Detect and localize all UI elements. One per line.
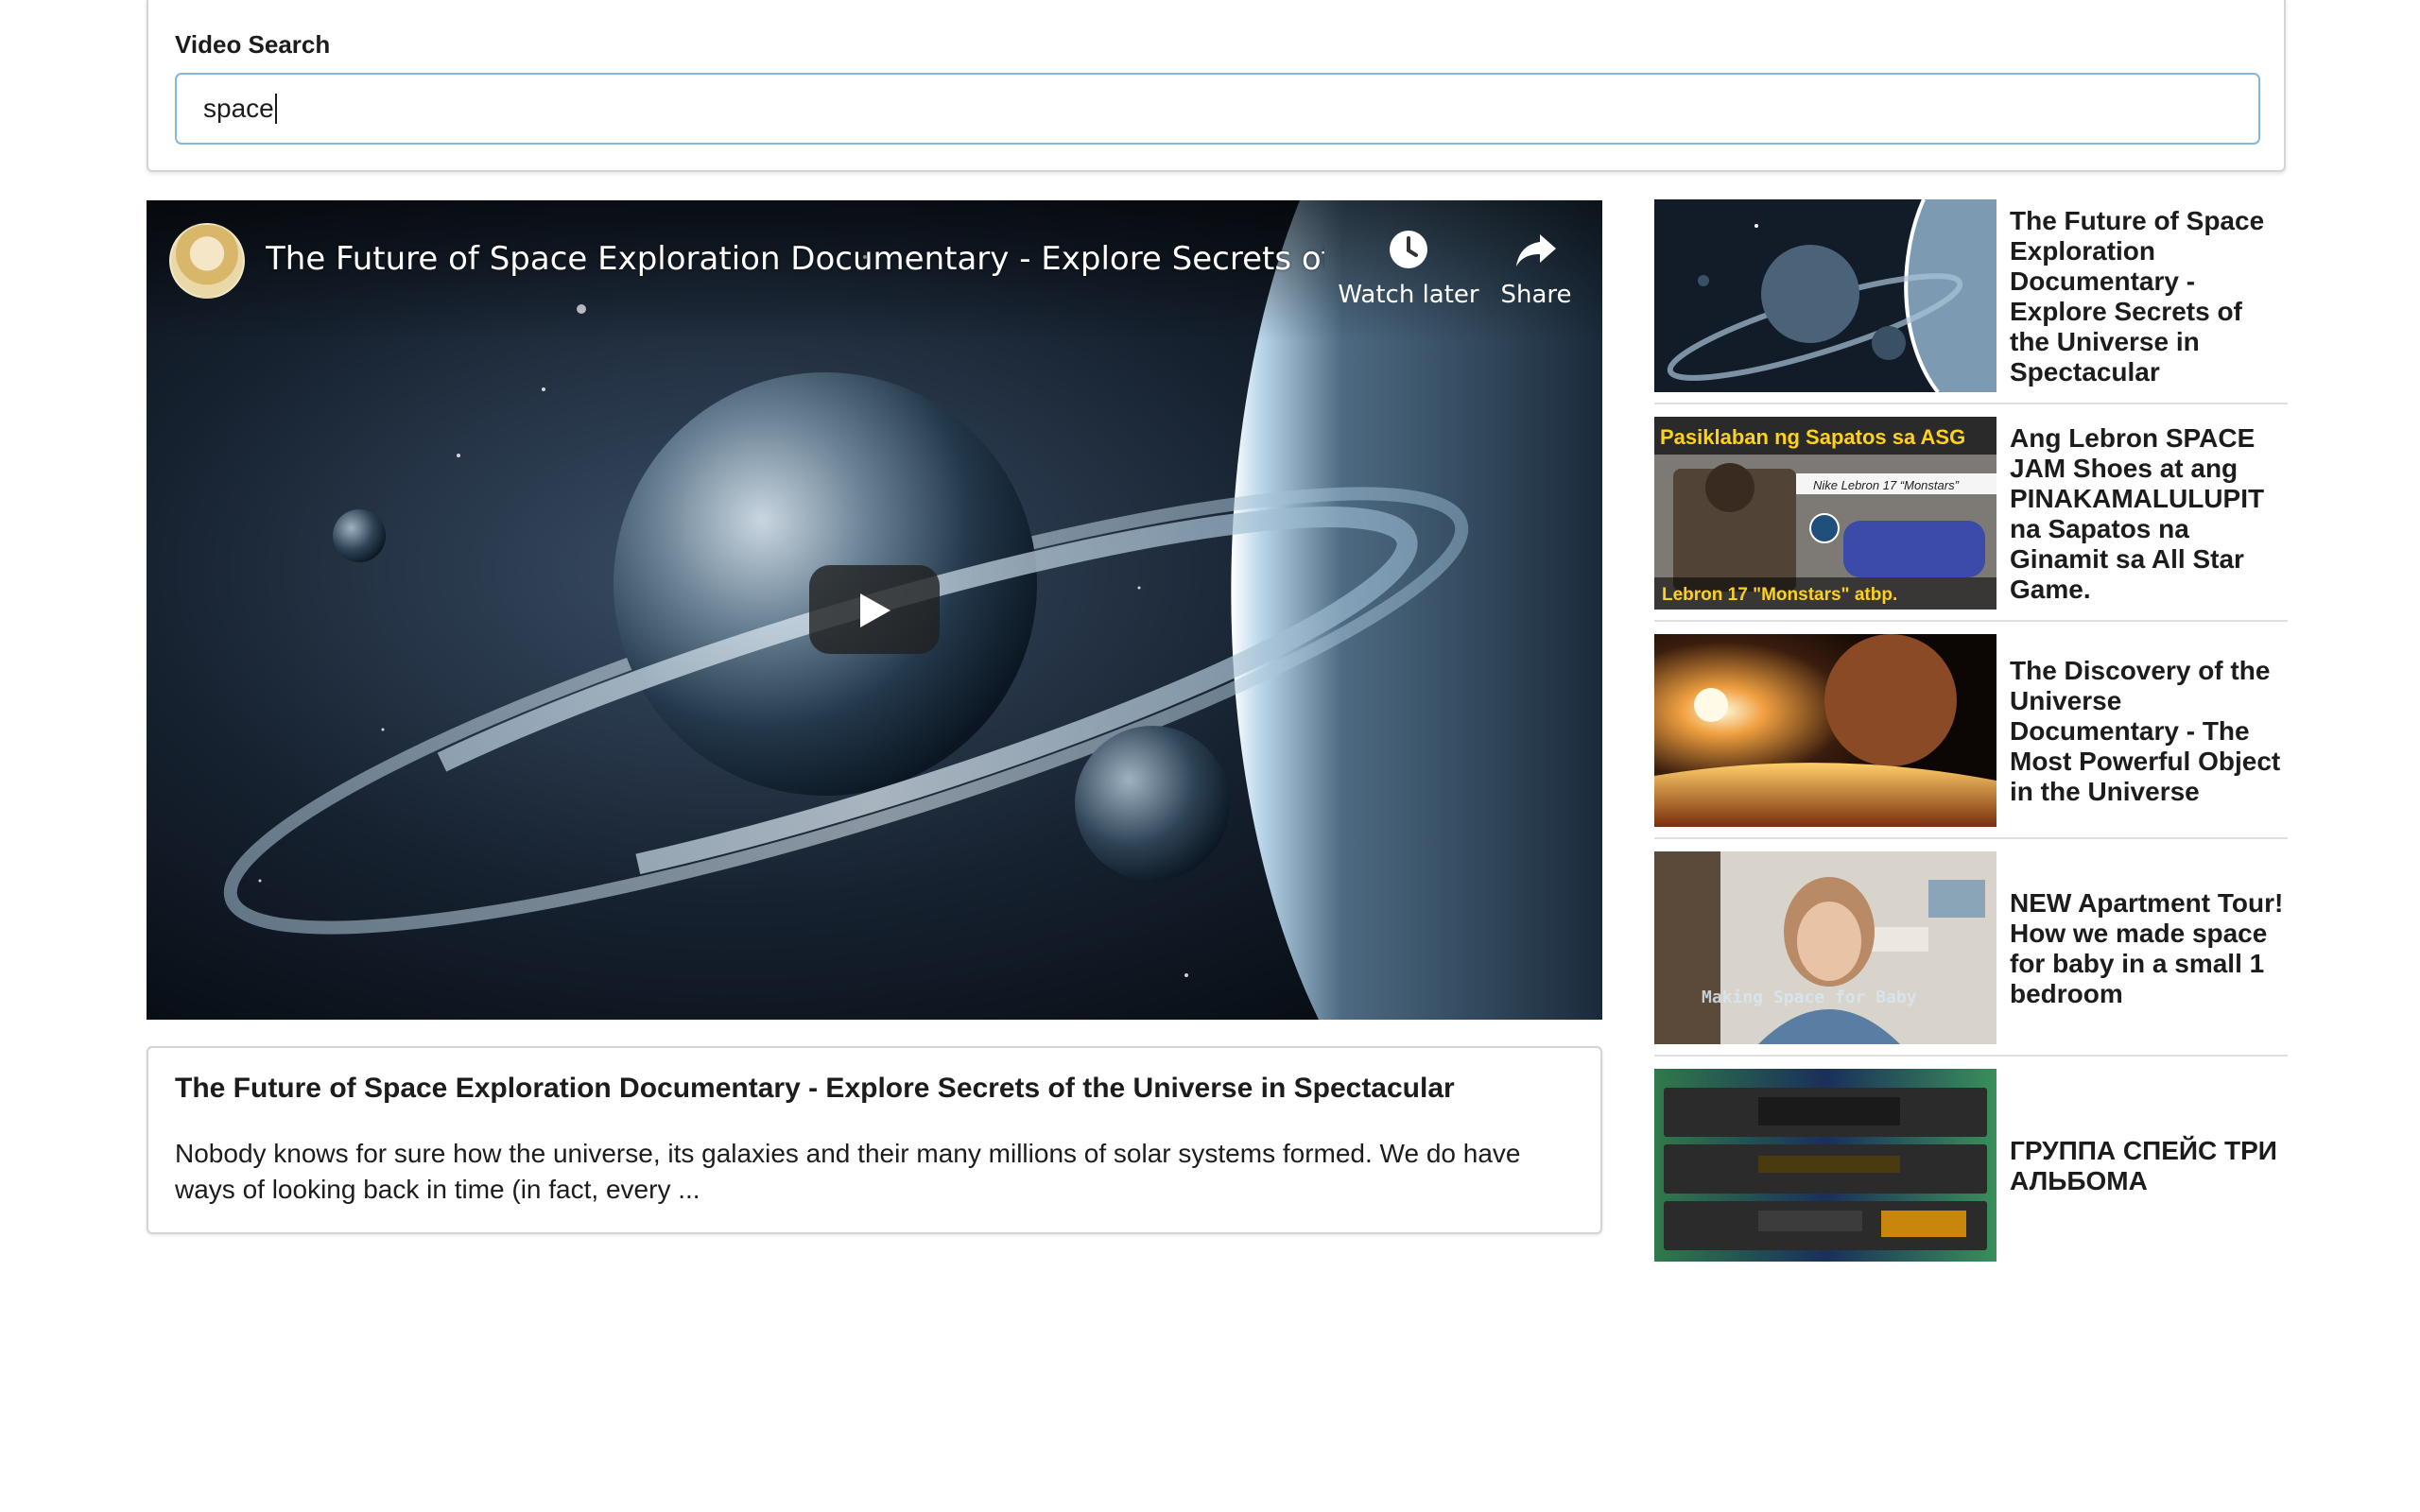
player-video-title[interactable]: The Future of Space Exploration Document… bbox=[266, 240, 1324, 278]
search-input-value: space bbox=[203, 94, 274, 123]
share-arrow-icon bbox=[1516, 234, 1556, 266]
video-thumbnail[interactable]: Making Space for Baby bbox=[1654, 851, 1996, 1044]
watch-later-button[interactable]: Watch later bbox=[1314, 229, 1503, 309]
play-button[interactable] bbox=[809, 565, 940, 654]
thumbnail-apartment-tour: Making Space for Baby bbox=[1654, 851, 1996, 1044]
video-list-item[interactable]: Pasiklaban ng Sapatos sa ASG Nike Lebron… bbox=[1654, 417, 2288, 610]
play-icon bbox=[860, 593, 890, 627]
thumbnail-universe-sun bbox=[1654, 634, 1996, 827]
search-panel: Video Search space bbox=[147, 0, 2286, 172]
share-button[interactable]: Share bbox=[1479, 229, 1593, 309]
thumbnail-tag-text: Nike Lebron 17 “Monstars” bbox=[1813, 478, 1960, 492]
thumbnail-bottom-text: Lebron 17 "Monstars" atbp. bbox=[1662, 585, 1897, 605]
video-detail-description: Nobody knows for sure how the universe, … bbox=[175, 1139, 1521, 1204]
thumbnail-sneakers: Pasiklaban ng Sapatos sa ASG Nike Lebron… bbox=[1654, 417, 1996, 610]
video-list-item[interactable]: The Future of Space Exploration Document… bbox=[1654, 199, 2288, 393]
thumbnail-top-text: Pasiklaban ng Sapatos sa ASG bbox=[1660, 425, 1965, 449]
video-list-item-title[interactable]: NEW Apartment Tour! How we made space fo… bbox=[2010, 888, 2284, 1009]
list-divider bbox=[1654, 837, 2288, 839]
thumbnail-space-planet bbox=[1654, 199, 1996, 392]
thumbnail-stereo-equipment bbox=[1654, 1069, 1996, 1262]
video-list-item[interactable]: The Discovery of the Universe Documentar… bbox=[1654, 634, 2288, 828]
list-divider bbox=[1654, 1055, 2288, 1057]
clock-icon bbox=[1390, 231, 1427, 268]
list-divider bbox=[1654, 403, 2288, 404]
video-thumbnail[interactable]: Pasiklaban ng Sapatos sa ASG Nike Lebron… bbox=[1654, 417, 1996, 610]
video-detail-card: The Future of Space Exploration Document… bbox=[147, 1046, 1602, 1234]
video-list-item-title[interactable]: The Future of Space Exploration Document… bbox=[2010, 206, 2284, 387]
search-input[interactable]: space bbox=[175, 73, 2260, 145]
watch-later-label: Watch later bbox=[1338, 281, 1479, 309]
video-list-item-title[interactable]: The Discovery of the Universe Documentar… bbox=[2010, 656, 2284, 807]
thumbnail-caption: Making Space for Baby bbox=[1702, 988, 1917, 1007]
video-list-item[interactable]: Making Space for Baby NEW Apartment Tour… bbox=[1654, 851, 2288, 1045]
list-divider bbox=[1654, 620, 2288, 622]
video-list-item-title[interactable]: Ang Lebron SPACE JAM Shoes at ang PINAKA… bbox=[2010, 423, 2284, 605]
share-label: Share bbox=[1500, 281, 1572, 309]
search-label: Video Search bbox=[175, 30, 331, 59]
video-list-item-title[interactable]: ГРУППА СПЕЙС ТРИ АЛЬБОМА bbox=[2010, 1136, 2284, 1196]
video-thumbnail[interactable] bbox=[1654, 1069, 1996, 1262]
video-detail-title: The Future of Space Exploration Document… bbox=[175, 1073, 1455, 1104]
video-player[interactable]: The Future of Space Exploration Document… bbox=[147, 200, 1602, 1020]
text-caret bbox=[274, 94, 277, 124]
video-thumbnail[interactable] bbox=[1654, 199, 1996, 392]
channel-avatar[interactable] bbox=[169, 223, 245, 299]
video-list-item[interactable]: ГРУППА СПЕЙС ТРИ АЛЬБОМА bbox=[1654, 1069, 2288, 1263]
video-thumbnail[interactable] bbox=[1654, 634, 1996, 827]
